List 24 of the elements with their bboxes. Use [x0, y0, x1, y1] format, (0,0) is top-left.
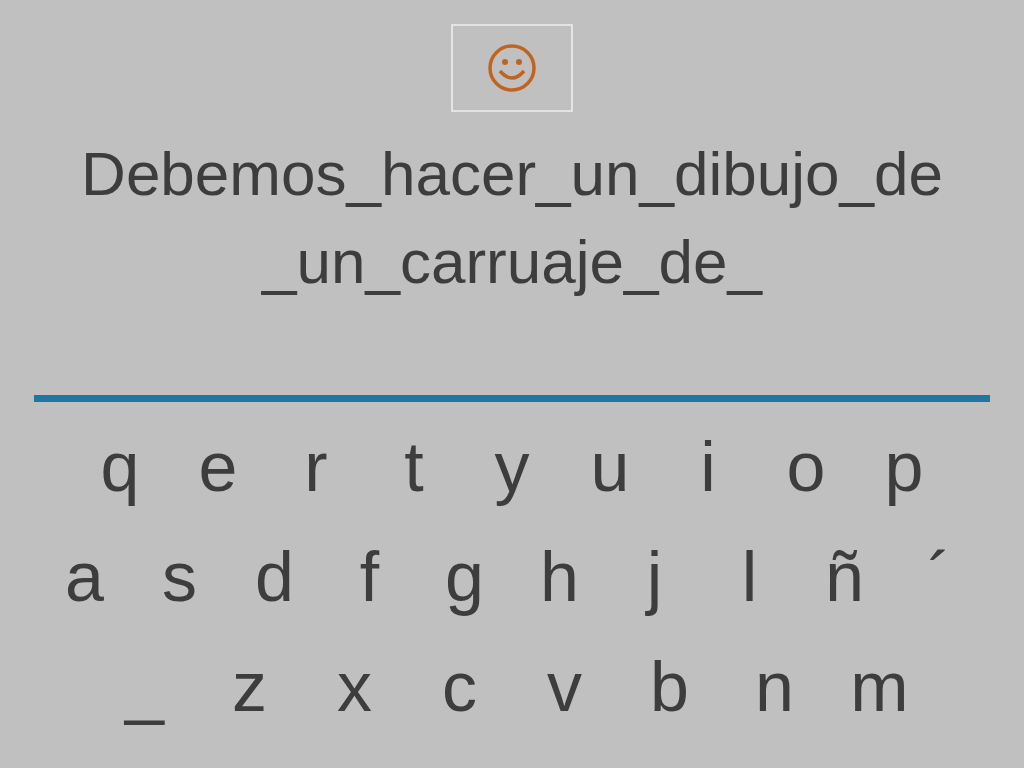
letter-key[interactable]: n: [722, 652, 827, 722]
letter-key[interactable]: l: [702, 542, 797, 612]
letter-key[interactable]: f: [322, 542, 417, 612]
letter-key[interactable]: t: [365, 432, 463, 502]
letter-key[interactable]: ´: [892, 542, 987, 612]
letter-key[interactable]: e: [169, 432, 267, 502]
letter-key[interactable]: r: [267, 432, 365, 502]
letter-key[interactable]: a: [37, 542, 132, 612]
letter-key[interactable]: i: [659, 432, 757, 502]
phrase-line: _un_carruaje_de_: [262, 226, 762, 298]
letter-key[interactable]: o: [757, 432, 855, 502]
letter-key[interactable]: x: [302, 652, 407, 722]
smiley-icon: [487, 43, 537, 93]
letter-key[interactable]: u: [561, 432, 659, 502]
letter-key[interactable]: ñ: [797, 542, 892, 612]
letter-key[interactable]: v: [512, 652, 617, 722]
letter-key[interactable]: h: [512, 542, 607, 612]
letter-key[interactable]: m: [827, 652, 932, 722]
letter-key[interactable]: c: [407, 652, 512, 722]
phrase-line: Debemos_hacer_un_dibujo_de: [81, 138, 943, 210]
letter-key[interactable]: z: [197, 652, 302, 722]
letter-key[interactable]: s: [132, 542, 227, 612]
letter-key[interactable]: b: [617, 652, 722, 722]
letter-key[interactable]: d: [227, 542, 322, 612]
